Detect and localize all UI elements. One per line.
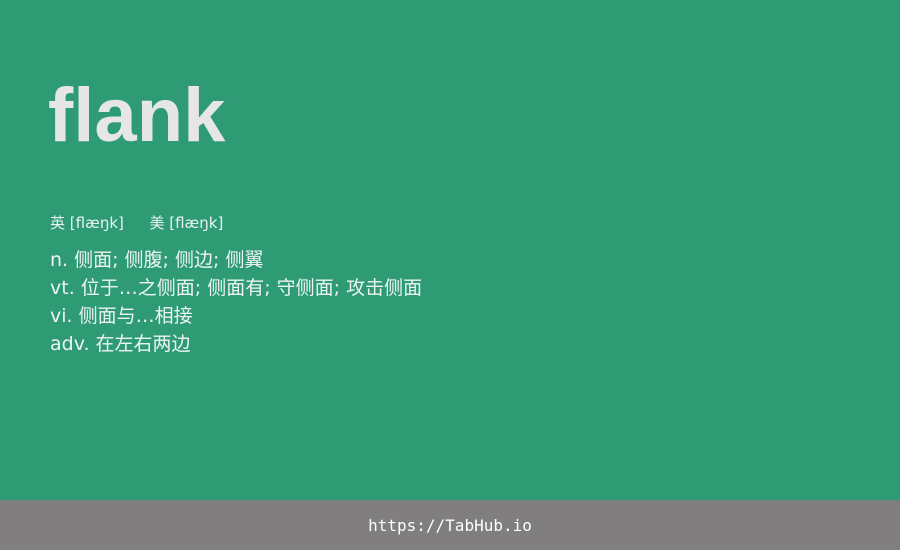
uk-phonetic-label: 英 <box>50 214 66 232</box>
definition-noun: n. 侧面; 侧腹; 侧边; 侧翼 <box>50 249 264 271</box>
definition-transitive-verb: vt. 位于…之侧面; 侧面有; 守侧面; 攻击侧面 <box>50 277 423 299</box>
uk-phonetic: [flæŋk] <box>69 214 124 232</box>
word-card: flank 英 [flæŋk] 美 [flæŋk] n. 侧面; 侧腹; 侧边;… <box>0 0 900 500</box>
definition-list: n. 侧面; 侧腹; 侧边; 侧翼 vt. 位于…之侧面; 侧面有; 守侧面; … <box>50 246 422 358</box>
us-phonetic-label: 美 <box>149 214 165 232</box>
headword: flank <box>48 73 226 158</box>
phonetics: 英 [flæŋk] 美 [flæŋk] <box>50 212 223 234</box>
definition-intransitive-verb: vi. 侧面与…相接 <box>50 305 193 327</box>
definition-adverb: adv. 在左右两边 <box>50 333 191 355</box>
us-phonetic: [flæŋk] <box>169 214 224 232</box>
footer-bar: https://TabHub.io <box>0 500 900 550</box>
tabhub-link[interactable]: https://TabHub.io <box>368 516 532 535</box>
